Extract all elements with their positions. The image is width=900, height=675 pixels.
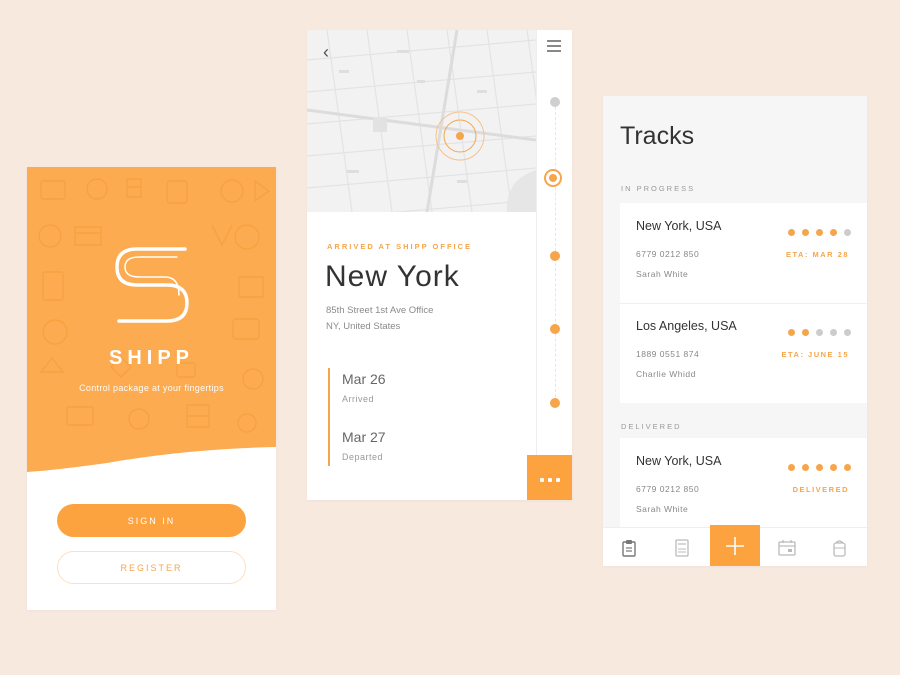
- register-button[interactable]: REGISTER: [57, 551, 246, 584]
- section-in-progress: IN PROGRESS: [621, 184, 696, 193]
- delivered-card: New York, USA 6779 0212 850 DELIVERED Sa…: [620, 438, 867, 530]
- tab-add[interactable]: [710, 525, 760, 566]
- menu-icon[interactable]: [547, 40, 561, 55]
- track-eta: DELIVERED: [792, 485, 849, 494]
- rail-step-4[interactable]: [550, 324, 560, 334]
- progress-dots: [781, 458, 851, 471]
- track-row[interactable]: Los Angeles, USA 1889 0551 874 ETA: JUNE…: [620, 303, 867, 403]
- map-view[interactable]: [307, 30, 536, 212]
- event-label: Arrived: [342, 394, 375, 404]
- rail-step-current[interactable]: [544, 169, 562, 187]
- track-number: 1889 0551 874: [636, 349, 700, 359]
- event-date: Mar 27: [342, 429, 386, 445]
- event-label: Departed: [342, 452, 384, 462]
- address-line-1: 85th Street 1st Ave Office: [326, 305, 434, 316]
- back-arrow-icon[interactable]: ‹: [323, 42, 329, 63]
- track-number: 6779 0212 850: [636, 484, 700, 494]
- shipment-status: ARRIVED AT SHIPP OFFICE: [327, 242, 473, 251]
- track-number: 6779 0212 850: [636, 249, 700, 259]
- track-place: New York, USA: [636, 219, 722, 233]
- plus-icon: [726, 537, 744, 555]
- clipboard-icon: [622, 539, 636, 557]
- progress-dots: [781, 223, 851, 236]
- rail-step-1[interactable]: [550, 97, 560, 107]
- track-row[interactable]: New York, USA 6779 0212 850 ETA: MAR 28 …: [620, 203, 867, 303]
- track-place: Los Angeles, USA: [636, 319, 737, 333]
- page-title: Tracks: [620, 122, 695, 150]
- more-button[interactable]: [527, 455, 572, 500]
- progress-dots: [781, 323, 851, 336]
- rail-step-5[interactable]: [550, 398, 560, 408]
- bottom-tab-bar: [603, 525, 867, 566]
- tab-clipboard[interactable]: [603, 528, 655, 566]
- app-brand: SHIPP: [108, 347, 195, 369]
- track-recipient: Sarah White: [636, 269, 689, 279]
- track-eta: ETA: JUNE 15: [781, 350, 849, 359]
- tab-mug[interactable]: [814, 528, 866, 566]
- hero-background: [27, 167, 276, 472]
- track-row[interactable]: New York, USA 6779 0212 850 DELIVERED Sa…: [620, 438, 867, 538]
- city-title: New York: [325, 260, 460, 293]
- shipment-detail-screen: ‹ ARRIVED AT SHIPP OFFICE New York 85th …: [307, 30, 572, 500]
- mug-icon: [833, 539, 846, 557]
- sign-in-button[interactable]: SIGN IN: [57, 504, 246, 537]
- calculator-icon: [675, 538, 689, 557]
- rail-step-3[interactable]: [550, 251, 560, 261]
- in-progress-card: New York, USA 6779 0212 850 ETA: MAR 28 …: [620, 203, 867, 403]
- section-delivered: DELIVERED: [621, 422, 682, 431]
- calendar-icon: [778, 539, 796, 556]
- track-recipient: Charlie Whidd: [636, 369, 696, 379]
- track-eta: ETA: MAR 28: [785, 250, 849, 259]
- app-tagline: Control package at your fingertips: [79, 383, 224, 393]
- tracks-screen: Tracks IN PROGRESS New York, USA 6779 02…: [603, 96, 867, 566]
- tab-calculator[interactable]: [656, 528, 708, 566]
- timeline-bar: [328, 368, 330, 466]
- track-place: New York, USA: [636, 454, 722, 468]
- track-recipient: Sarah White: [636, 504, 689, 514]
- progress-rail: [536, 30, 572, 500]
- tab-calendar[interactable]: [761, 528, 813, 566]
- login-screen: SHIPP Control package at your fingertips…: [27, 167, 276, 610]
- address-line-2: NY, United States: [326, 321, 401, 332]
- event-date: Mar 26: [342, 371, 386, 387]
- more-icon: [538, 470, 562, 485]
